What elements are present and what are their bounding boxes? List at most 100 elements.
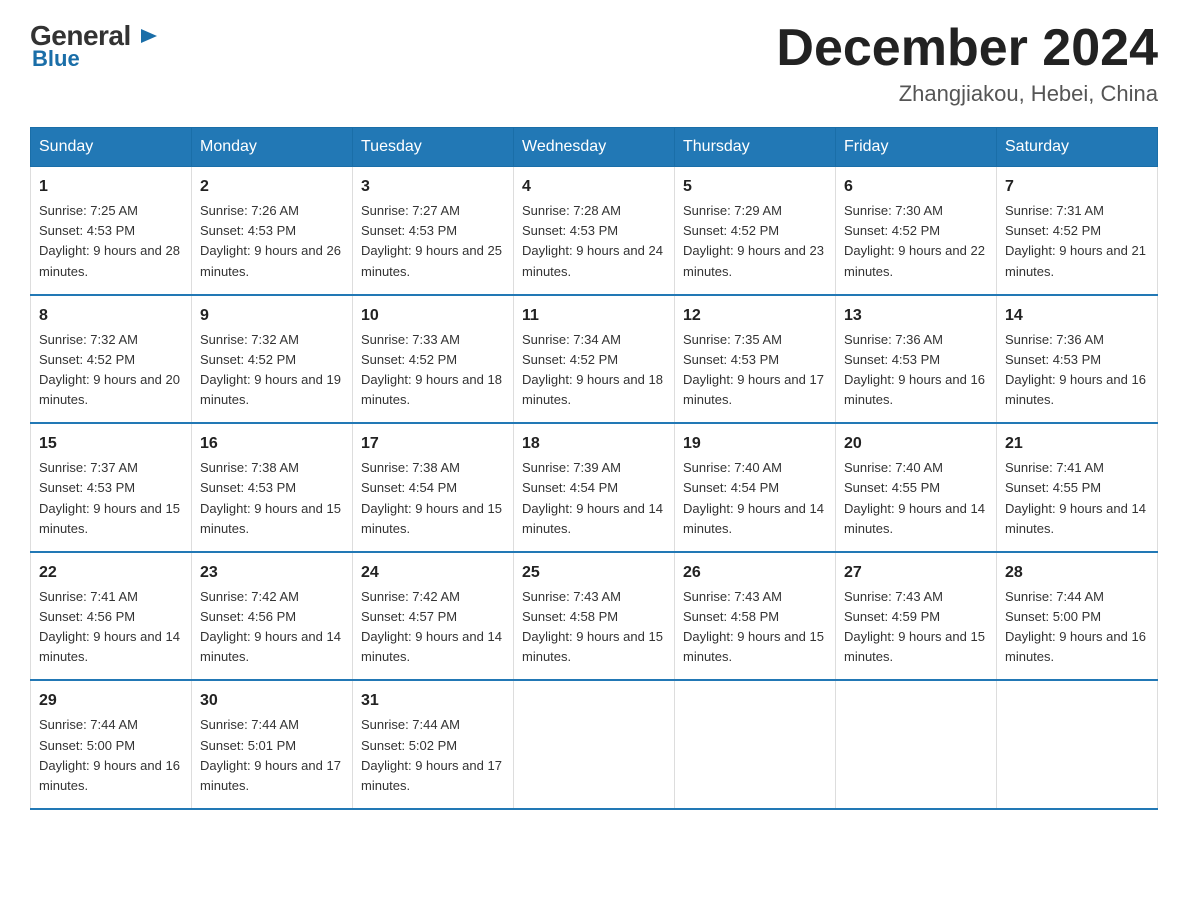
calendar-cell: 13Sunrise: 7:36 AMSunset: 4:53 PMDayligh… (836, 295, 997, 424)
day-info: Sunrise: 7:32 AMSunset: 4:52 PMDaylight:… (39, 330, 183, 411)
day-info: Sunrise: 7:38 AMSunset: 4:54 PMDaylight:… (361, 458, 505, 539)
day-info: Sunrise: 7:27 AMSunset: 4:53 PMDaylight:… (361, 201, 505, 282)
calendar-cell: 18Sunrise: 7:39 AMSunset: 4:54 PMDayligh… (514, 423, 675, 552)
calendar-cell: 8Sunrise: 7:32 AMSunset: 4:52 PMDaylight… (31, 295, 192, 424)
calendar-cell: 6Sunrise: 7:30 AMSunset: 4:52 PMDaylight… (836, 167, 997, 295)
day-info: Sunrise: 7:40 AMSunset: 4:54 PMDaylight:… (683, 458, 827, 539)
day-number: 30 (200, 689, 344, 713)
day-number: 31 (361, 689, 505, 713)
day-number: 6 (844, 175, 988, 199)
day-info: Sunrise: 7:41 AMSunset: 4:55 PMDaylight:… (1005, 458, 1149, 539)
calendar-week-row: 1Sunrise: 7:25 AMSunset: 4:53 PMDaylight… (31, 167, 1158, 295)
calendar-week-row: 29Sunrise: 7:44 AMSunset: 5:00 PMDayligh… (31, 680, 1158, 809)
calendar-cell: 23Sunrise: 7:42 AMSunset: 4:56 PMDayligh… (192, 552, 353, 681)
calendar-cell: 30Sunrise: 7:44 AMSunset: 5:01 PMDayligh… (192, 680, 353, 809)
day-info: Sunrise: 7:44 AMSunset: 5:00 PMDaylight:… (1005, 587, 1149, 668)
day-number: 7 (1005, 175, 1149, 199)
header-saturday: Saturday (997, 128, 1158, 167)
calendar-cell: 15Sunrise: 7:37 AMSunset: 4:53 PMDayligh… (31, 423, 192, 552)
calendar-cell: 3Sunrise: 7:27 AMSunset: 4:53 PMDaylight… (353, 167, 514, 295)
header-row: Sunday Monday Tuesday Wednesday Thursday… (31, 128, 1158, 167)
calendar-cell (675, 680, 836, 809)
day-number: 19 (683, 432, 827, 456)
day-info: Sunrise: 7:43 AMSunset: 4:59 PMDaylight:… (844, 587, 988, 668)
day-number: 12 (683, 304, 827, 328)
day-info: Sunrise: 7:33 AMSunset: 4:52 PMDaylight:… (361, 330, 505, 411)
day-number: 20 (844, 432, 988, 456)
day-number: 25 (522, 561, 666, 585)
day-info: Sunrise: 7:42 AMSunset: 4:56 PMDaylight:… (200, 587, 344, 668)
calendar-cell: 4Sunrise: 7:28 AMSunset: 4:53 PMDaylight… (514, 167, 675, 295)
day-number: 29 (39, 689, 183, 713)
calendar-week-row: 8Sunrise: 7:32 AMSunset: 4:52 PMDaylight… (31, 295, 1158, 424)
day-number: 3 (361, 175, 505, 199)
calendar-cell: 9Sunrise: 7:32 AMSunset: 4:52 PMDaylight… (192, 295, 353, 424)
calendar-cell: 12Sunrise: 7:35 AMSunset: 4:53 PMDayligh… (675, 295, 836, 424)
day-info: Sunrise: 7:37 AMSunset: 4:53 PMDaylight:… (39, 458, 183, 539)
day-info: Sunrise: 7:30 AMSunset: 4:52 PMDaylight:… (844, 201, 988, 282)
day-number: 27 (844, 561, 988, 585)
header-sunday: Sunday (31, 128, 192, 167)
day-number: 28 (1005, 561, 1149, 585)
day-number: 17 (361, 432, 505, 456)
calendar-cell: 17Sunrise: 7:38 AMSunset: 4:54 PMDayligh… (353, 423, 514, 552)
header-monday: Monday (192, 128, 353, 167)
calendar-cell: 16Sunrise: 7:38 AMSunset: 4:53 PMDayligh… (192, 423, 353, 552)
day-info: Sunrise: 7:35 AMSunset: 4:53 PMDaylight:… (683, 330, 827, 411)
calendar-body: 1Sunrise: 7:25 AMSunset: 4:53 PMDaylight… (31, 167, 1158, 809)
day-info: Sunrise: 7:42 AMSunset: 4:57 PMDaylight:… (361, 587, 505, 668)
day-info: Sunrise: 7:36 AMSunset: 4:53 PMDaylight:… (1005, 330, 1149, 411)
day-number: 8 (39, 304, 183, 328)
calendar-header: Sunday Monday Tuesday Wednesday Thursday… (31, 128, 1158, 167)
calendar-cell: 21Sunrise: 7:41 AMSunset: 4:55 PMDayligh… (997, 423, 1158, 552)
calendar-cell: 25Sunrise: 7:43 AMSunset: 4:58 PMDayligh… (514, 552, 675, 681)
calendar-cell: 7Sunrise: 7:31 AMSunset: 4:52 PMDaylight… (997, 167, 1158, 295)
page-header: General Blue December 2024 Zhangjiakou, … (30, 20, 1158, 107)
day-number: 2 (200, 175, 344, 199)
day-number: 21 (1005, 432, 1149, 456)
calendar-cell: 19Sunrise: 7:40 AMSunset: 4:54 PMDayligh… (675, 423, 836, 552)
day-info: Sunrise: 7:28 AMSunset: 4:53 PMDaylight:… (522, 201, 666, 282)
day-info: Sunrise: 7:25 AMSunset: 4:53 PMDaylight:… (39, 201, 183, 282)
logo: General Blue (30, 20, 141, 72)
day-number: 26 (683, 561, 827, 585)
day-number: 4 (522, 175, 666, 199)
day-info: Sunrise: 7:43 AMSunset: 4:58 PMDaylight:… (683, 587, 827, 668)
header-friday: Friday (836, 128, 997, 167)
calendar-cell: 20Sunrise: 7:40 AMSunset: 4:55 PMDayligh… (836, 423, 997, 552)
calendar-cell: 2Sunrise: 7:26 AMSunset: 4:53 PMDaylight… (192, 167, 353, 295)
day-number: 13 (844, 304, 988, 328)
day-info: Sunrise: 7:31 AMSunset: 4:52 PMDaylight:… (1005, 201, 1149, 282)
day-info: Sunrise: 7:44 AMSunset: 5:01 PMDaylight:… (200, 715, 344, 796)
calendar-cell (836, 680, 997, 809)
calendar-cell: 24Sunrise: 7:42 AMSunset: 4:57 PMDayligh… (353, 552, 514, 681)
day-number: 1 (39, 175, 183, 199)
day-info: Sunrise: 7:34 AMSunset: 4:52 PMDaylight:… (522, 330, 666, 411)
day-info: Sunrise: 7:26 AMSunset: 4:53 PMDaylight:… (200, 201, 344, 282)
day-number: 11 (522, 304, 666, 328)
day-number: 16 (200, 432, 344, 456)
day-info: Sunrise: 7:43 AMSunset: 4:58 PMDaylight:… (522, 587, 666, 668)
calendar-cell: 10Sunrise: 7:33 AMSunset: 4:52 PMDayligh… (353, 295, 514, 424)
day-info: Sunrise: 7:36 AMSunset: 4:53 PMDaylight:… (844, 330, 988, 411)
calendar-cell: 1Sunrise: 7:25 AMSunset: 4:53 PMDaylight… (31, 167, 192, 295)
calendar-cell: 28Sunrise: 7:44 AMSunset: 5:00 PMDayligh… (997, 552, 1158, 681)
day-number: 24 (361, 561, 505, 585)
calendar-week-row: 15Sunrise: 7:37 AMSunset: 4:53 PMDayligh… (31, 423, 1158, 552)
calendar-cell: 14Sunrise: 7:36 AMSunset: 4:53 PMDayligh… (997, 295, 1158, 424)
calendar-cell: 22Sunrise: 7:41 AMSunset: 4:56 PMDayligh… (31, 552, 192, 681)
calendar-cell: 26Sunrise: 7:43 AMSunset: 4:58 PMDayligh… (675, 552, 836, 681)
day-number: 15 (39, 432, 183, 456)
header-wednesday: Wednesday (514, 128, 675, 167)
calendar-week-row: 22Sunrise: 7:41 AMSunset: 4:56 PMDayligh… (31, 552, 1158, 681)
calendar-cell: 5Sunrise: 7:29 AMSunset: 4:52 PMDaylight… (675, 167, 836, 295)
day-number: 22 (39, 561, 183, 585)
day-info: Sunrise: 7:39 AMSunset: 4:54 PMDaylight:… (522, 458, 666, 539)
calendar-cell: 11Sunrise: 7:34 AMSunset: 4:52 PMDayligh… (514, 295, 675, 424)
header-thursday: Thursday (675, 128, 836, 167)
calendar-cell: 27Sunrise: 7:43 AMSunset: 4:59 PMDayligh… (836, 552, 997, 681)
day-number: 23 (200, 561, 344, 585)
calendar-cell (997, 680, 1158, 809)
day-info: Sunrise: 7:41 AMSunset: 4:56 PMDaylight:… (39, 587, 183, 668)
day-number: 9 (200, 304, 344, 328)
